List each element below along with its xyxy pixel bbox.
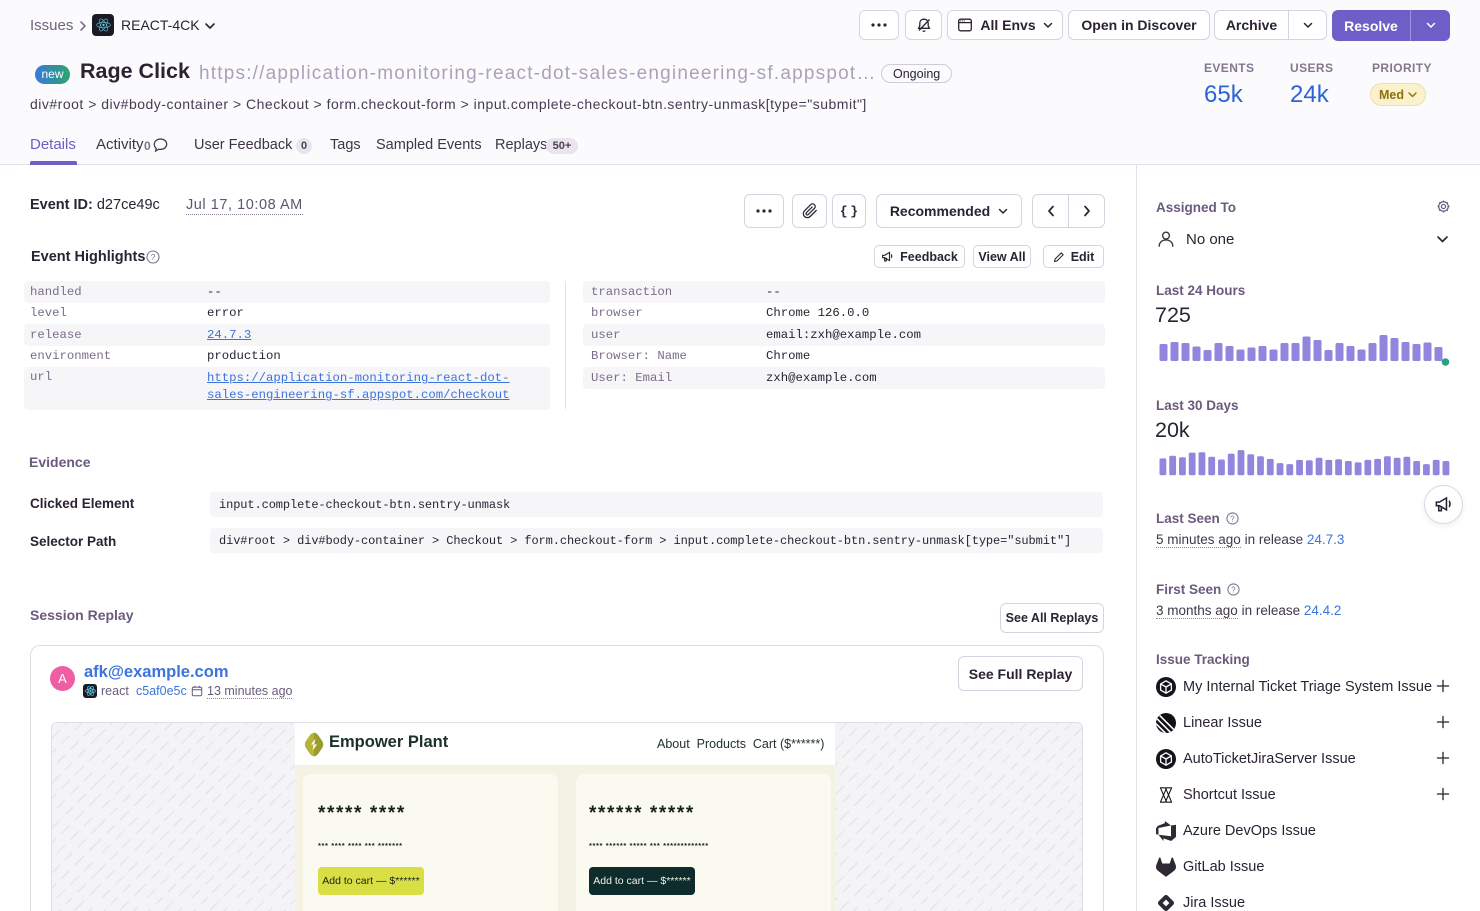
svg-text:?: ? bbox=[1230, 514, 1235, 523]
svg-text:?: ? bbox=[151, 252, 156, 262]
svg-text:?: ? bbox=[1231, 585, 1236, 594]
